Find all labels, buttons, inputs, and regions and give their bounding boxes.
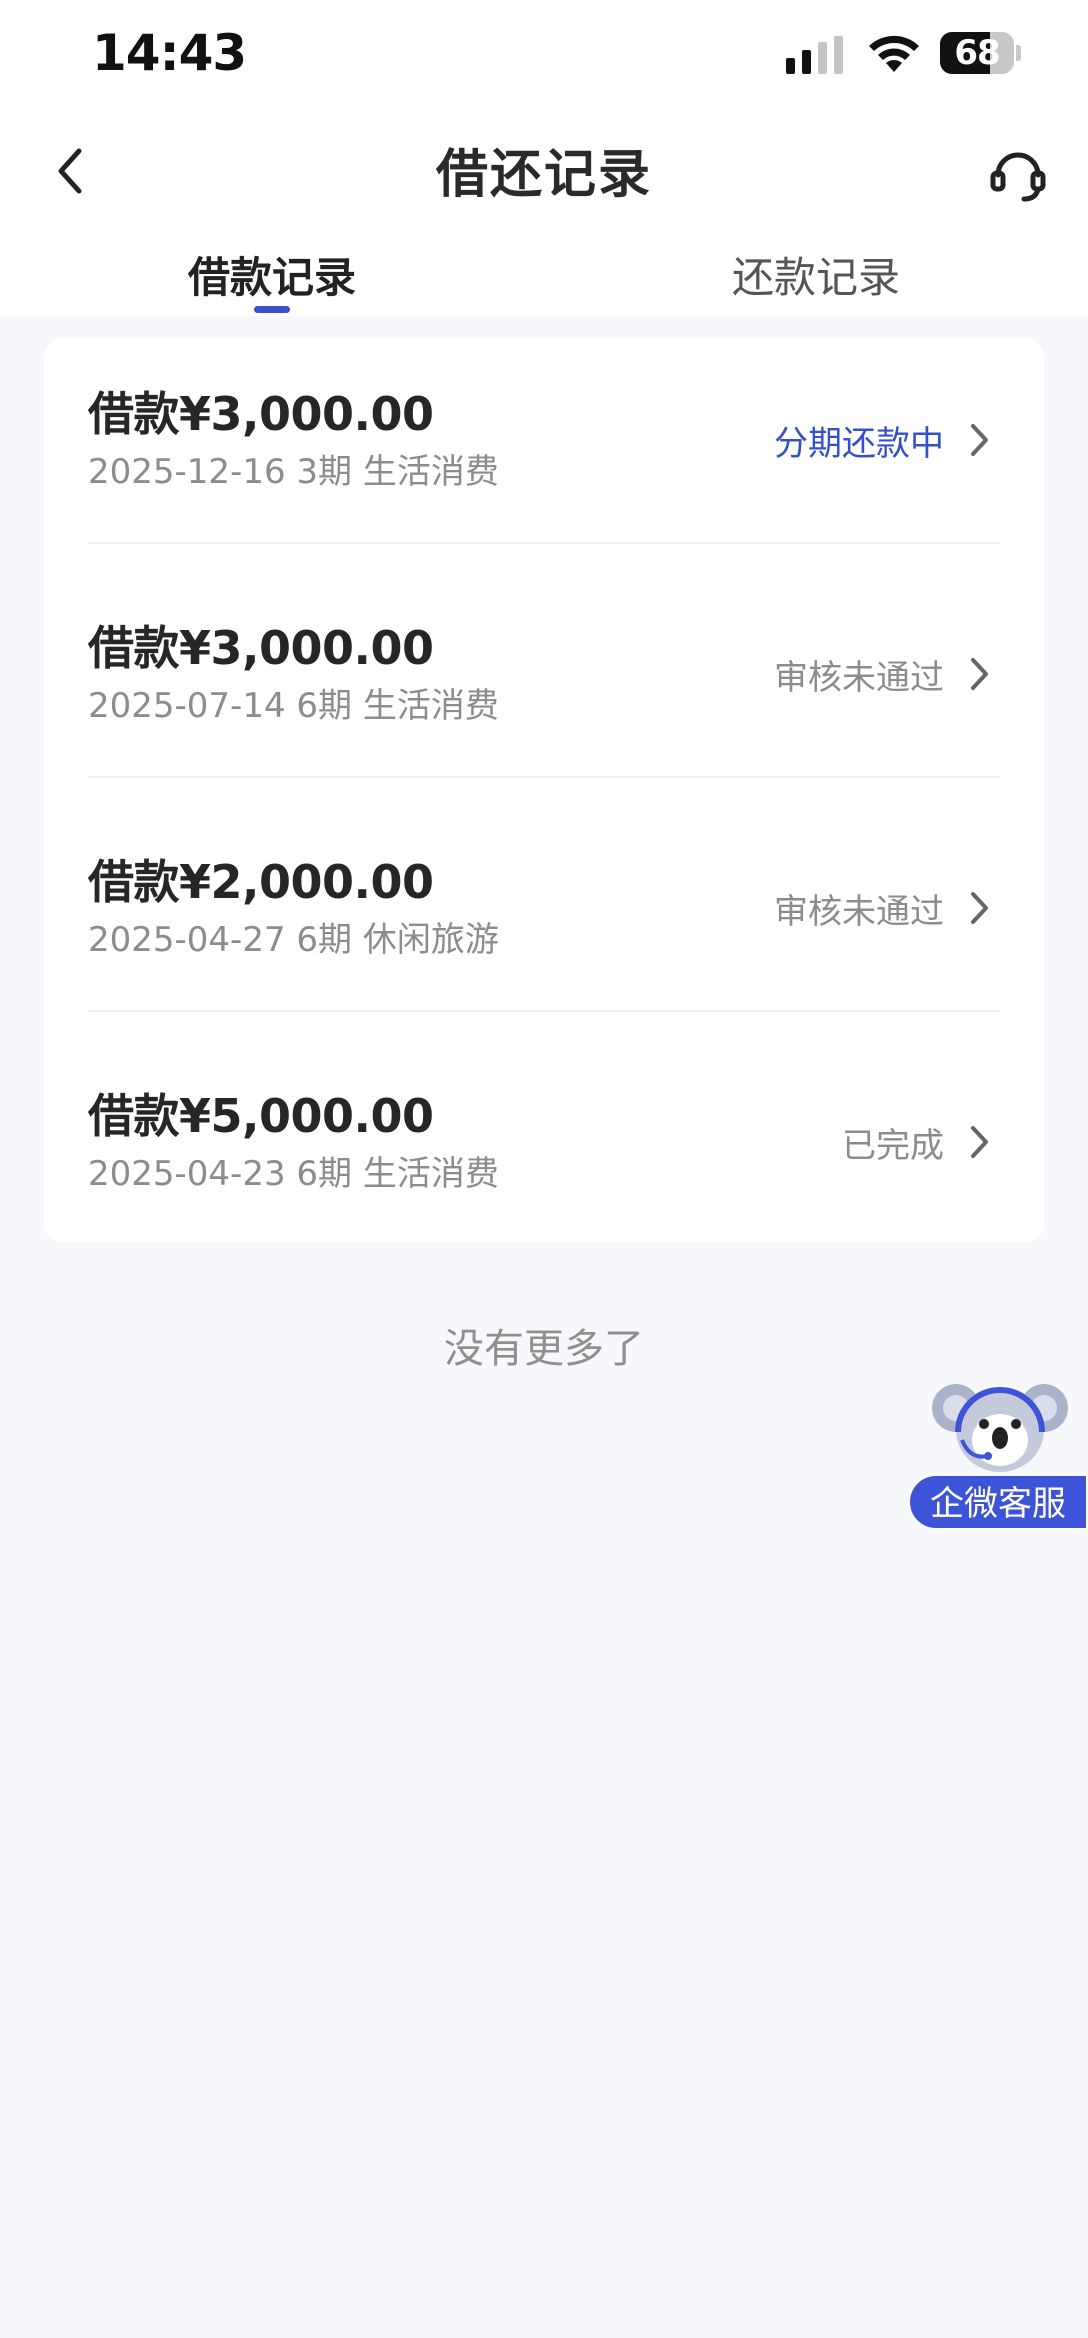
nav-header: 借还记录 <box>0 110 1088 230</box>
page-title: 借还记录 <box>435 145 652 205</box>
chevron-right-icon <box>971 1126 988 1158</box>
loan-status: 分期还款中 <box>774 424 944 464</box>
koala-agent-icon <box>932 1384 1068 1472</box>
customer-service-button[interactable] <box>980 138 1056 208</box>
loan-meta: 2025-04-23 6期 生活消费 <box>88 1154 499 1194</box>
loan-amount: 借款¥3,000.00 <box>88 387 434 441</box>
chevron-right-icon <box>971 658 988 690</box>
status-bar: 14:43 68 <box>0 0 1088 110</box>
list-item[interactable]: 借款¥3,000.00 2025-07-14 6期 生活消费 审核未通过 <box>44 572 1044 806</box>
chevron-right-icon <box>971 892 988 924</box>
list-item[interactable]: 借款¥3,000.00 2025-12-16 3期 生活消费 分期还款中 <box>44 338 1044 572</box>
no-more-hint: 没有更多了 <box>444 1326 644 1372</box>
status-time: 14:43 <box>92 24 247 82</box>
list-item[interactable]: 借款¥2,000.00 2025-04-27 6期 休闲旅游 审核未通过 <box>44 806 1044 1040</box>
tab-repay-records[interactable]: 还款记录 <box>666 244 966 305</box>
divider <box>88 1010 1000 1012</box>
wecom-service-float-button[interactable]: 企微客服 <box>908 1374 1088 1530</box>
cellular-signal-icon <box>786 36 843 74</box>
active-tab-indicator <box>254 306 290 313</box>
loan-meta: 2025-12-16 3期 生活消费 <box>88 452 499 492</box>
loan-meta: 2025-04-27 6期 休闲旅游 <box>88 920 499 960</box>
loan-status: 审核未通过 <box>774 658 944 698</box>
tab-borrow-records[interactable]: 借款记录 <box>122 244 422 305</box>
loan-amount: 借款¥3,000.00 <box>88 621 434 675</box>
divider <box>88 776 1000 778</box>
divider <box>88 542 1000 544</box>
loan-status: 审核未通过 <box>774 892 944 932</box>
list-item[interactable]: 借款¥5,000.00 2025-04-23 6期 生活消费 已完成 <box>44 1040 1044 1274</box>
loan-amount: 借款¥2,000.00 <box>88 855 434 909</box>
headset-icon <box>990 152 1046 202</box>
wecom-service-label: 企微客服 <box>908 1474 1088 1530</box>
record-tabs: 借款记录 还款记录 <box>0 230 1088 316</box>
battery-indicator: 68 <box>940 32 1021 74</box>
battery-percent: 68 <box>954 33 1000 73</box>
loan-amount: 借款¥5,000.00 <box>88 1089 434 1143</box>
loan-record-list: 借款¥3,000.00 2025-12-16 3期 生活消费 分期还款中 借款¥… <box>44 338 1044 1242</box>
loan-status: 已完成 <box>842 1126 944 1166</box>
chevron-right-icon <box>971 424 988 456</box>
wifi-icon <box>869 35 919 72</box>
loan-meta: 2025-07-14 6期 生活消费 <box>88 686 499 726</box>
